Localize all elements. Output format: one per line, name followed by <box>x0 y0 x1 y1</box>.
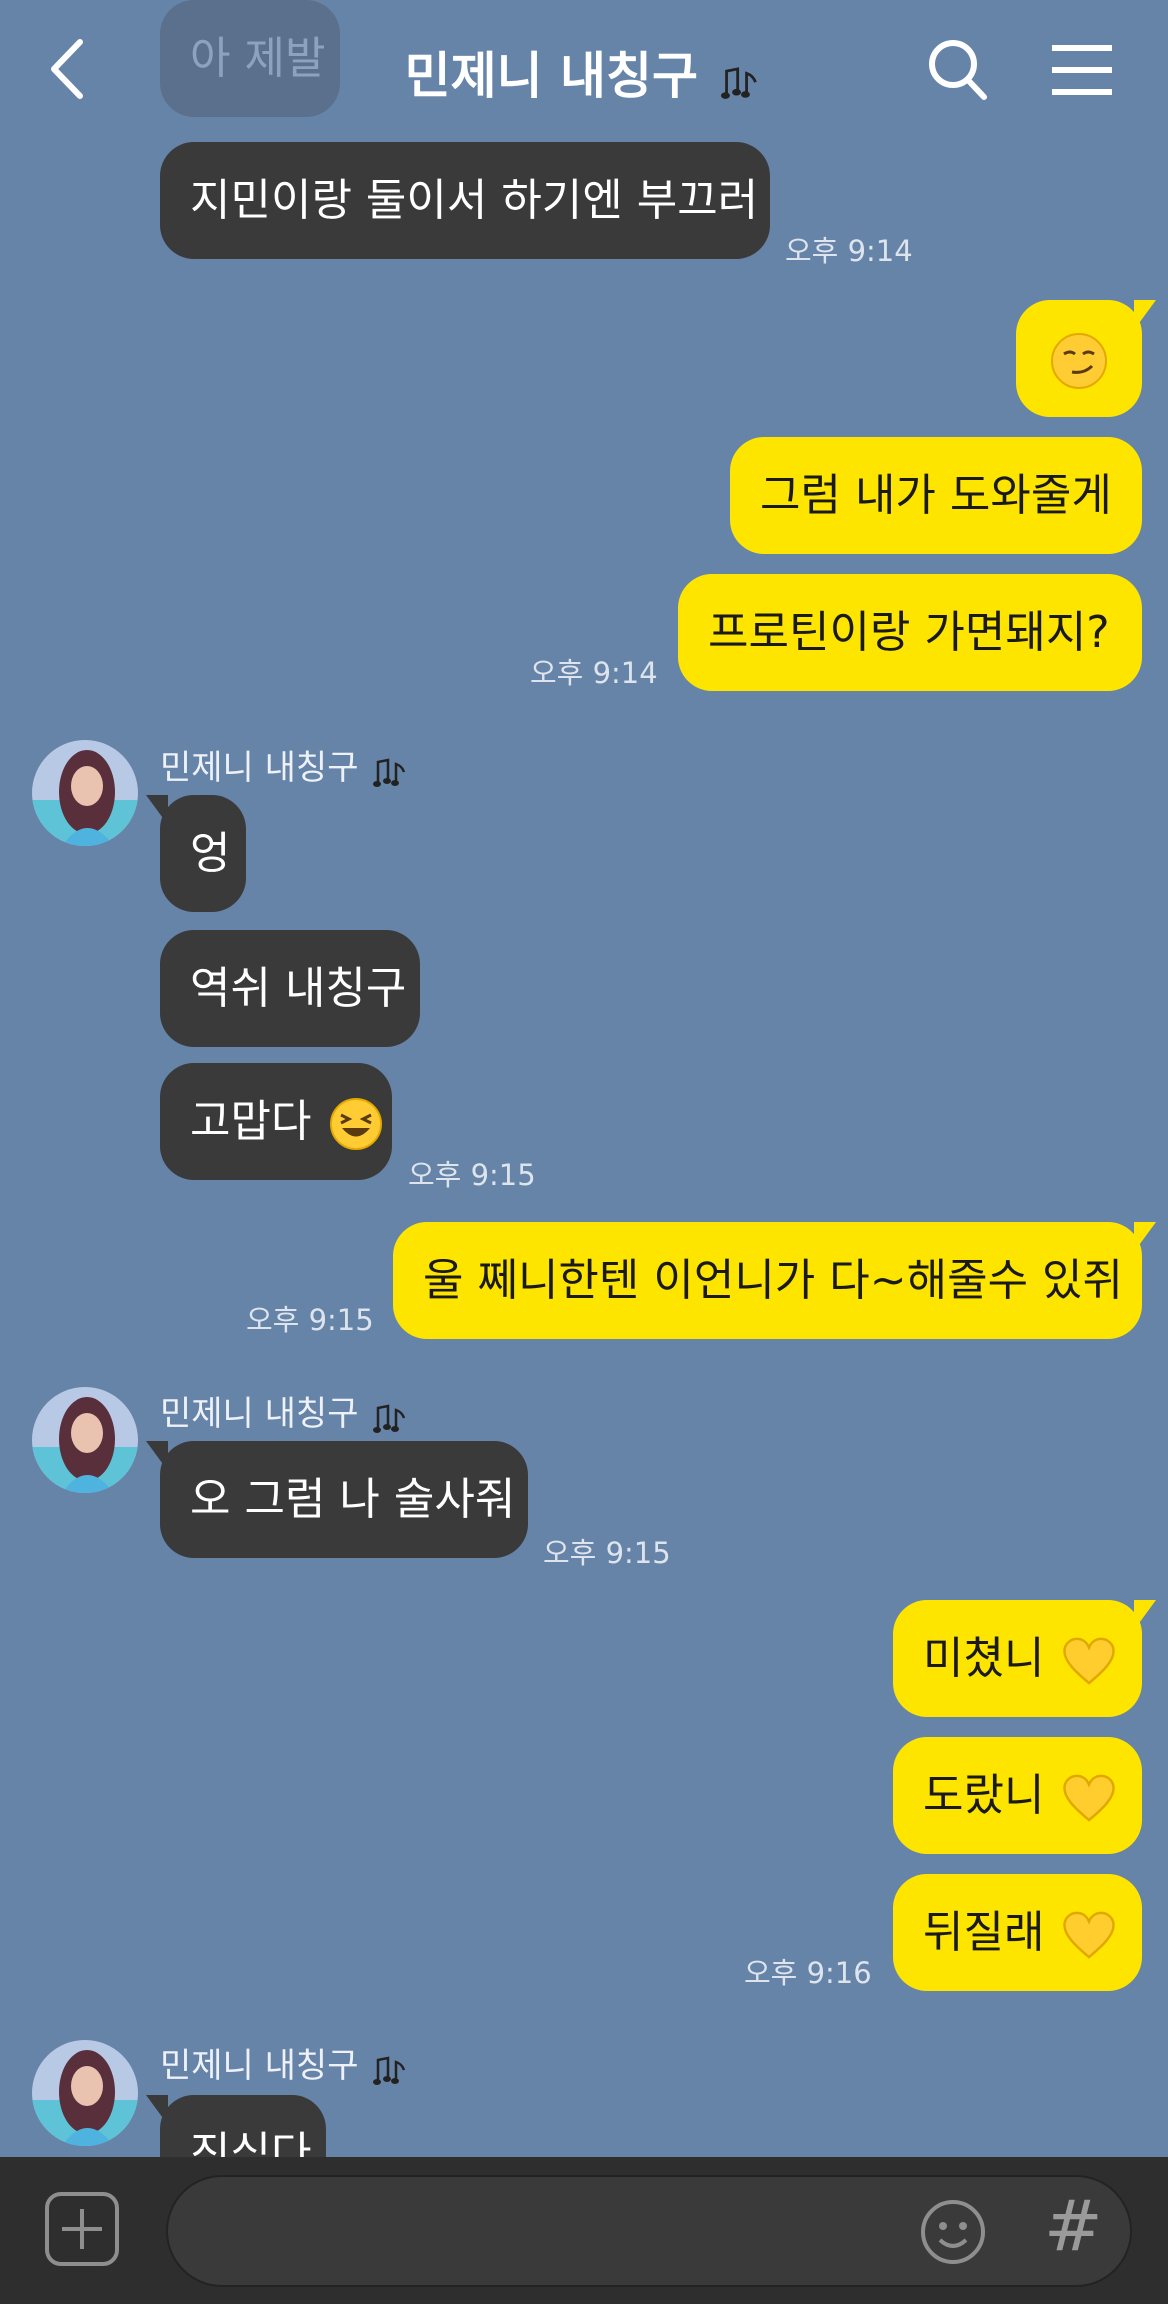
message-bubble[interactable]: 오 그럼 나 술사줘 <box>146 1441 528 1558</box>
yellow-heart-icon <box>1063 1911 1116 1959</box>
message-bubble-mine[interactable]: 미쳤니 <box>893 1600 1156 1717</box>
sender-name: 민제니 내칭구 <box>160 2038 409 2087</box>
message-bubble[interactable]: 지민이랑 둘이서 하기엔 부끄러 <box>160 142 770 259</box>
avatar-image <box>32 1387 138 1493</box>
message-bubble[interactable]: 엉 <box>146 795 246 912</box>
search-button[interactable] <box>926 34 990 108</box>
message-time: 오후 9:15 <box>246 1303 374 1337</box>
message-time: 오후 9:16 <box>744 1956 872 1990</box>
emoji-icon <box>921 2200 985 2264</box>
message-input-bar: # <box>0 2157 1168 2304</box>
hashtag-button[interactable]: # <box>1044 2191 1103 2261</box>
chat-title: 민제니 내칭구 <box>404 47 698 105</box>
message-time: 오후 9:14 <box>530 656 658 690</box>
yellow-heart-icon <box>1063 1774 1116 1822</box>
sender-name: 민제니 내칭구 <box>160 740 409 789</box>
message-time: 오후 9:15 <box>408 1158 536 1192</box>
smirk-emoji-icon <box>1051 333 1107 389</box>
message-bubble-mine[interactable] <box>1016 300 1156 417</box>
plus-icon <box>45 2192 119 2266</box>
avatar[interactable] <box>32 2040 138 2146</box>
message-bubble[interactable]: 역쉬 내칭구 <box>160 930 420 1047</box>
sender-name: 민제니 내칭구 <box>160 1386 409 1435</box>
music-notes-icon <box>373 1404 406 1434</box>
menu-button[interactable] <box>1048 34 1116 108</box>
avatar[interactable] <box>32 1387 138 1493</box>
attach-button[interactable] <box>44 2191 120 2267</box>
hamburger-menu-icon <box>1052 45 1112 95</box>
avatar[interactable] <box>32 740 138 846</box>
emoji-button[interactable] <box>920 2199 986 2269</box>
message-bubble-mine[interactable]: 뒤질래 <box>893 1874 1142 1991</box>
avatar-image <box>32 2040 138 2146</box>
laughing-emoji-icon <box>330 1098 383 1150</box>
message-time: 오후 9:15 <box>543 1536 671 1570</box>
search-icon <box>929 40 987 100</box>
message-bubble-mine[interactable]: 도랐니 <box>893 1737 1142 1854</box>
yellow-heart-icon <box>1063 1637 1116 1685</box>
music-notes-icon <box>720 66 758 100</box>
message-bubble[interactable]: 고맙다 <box>160 1063 392 1180</box>
chat-header: 민제니 내칭구 <box>0 0 1168 140</box>
avatar-image <box>32 740 138 846</box>
music-notes-icon <box>373 758 406 788</box>
music-notes-icon <box>373 2056 406 2086</box>
message-time: 오후 9:14 <box>785 234 913 268</box>
message-bubble-mine[interactable]: 프로틴이랑 가면돼지? <box>678 574 1142 691</box>
message-bubble-mine[interactable]: 울 쩨니한텐 이언니가 다~해줄수 있쥐 <box>393 1222 1156 1339</box>
page-title: 민제니 내칭구 <box>0 36 1168 108</box>
message-input[interactable]: # <box>166 2175 1132 2287</box>
message-bubble-mine[interactable]: 그럼 내가 도와줄게 <box>730 437 1142 554</box>
